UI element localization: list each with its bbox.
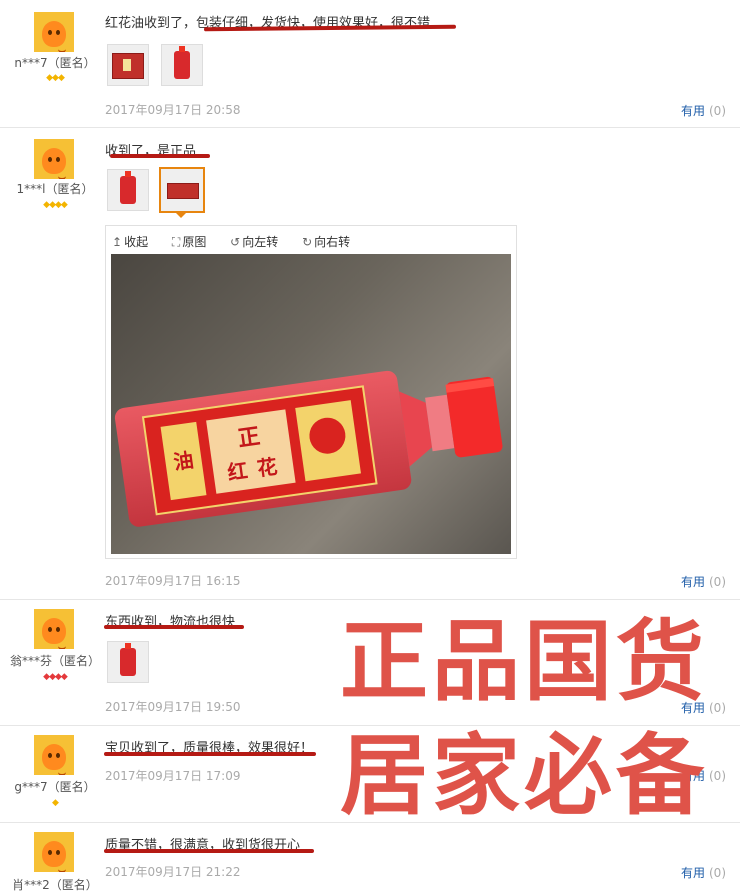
review-photo[interactable]: 正 红 花 油 (111, 254, 511, 554)
rank-diamond-icon: ◆ (52, 798, 59, 808)
useful-count: (0) (709, 104, 726, 118)
avatar[interactable] (34, 609, 74, 649)
review-thumbnail[interactable] (161, 44, 203, 86)
highlight-underline (104, 625, 244, 629)
useful-count: (0) (709, 866, 726, 880)
review-1: n***7（匿名） ◆◆◆ 红花油收到了，包装仔细，发货快，使用效果好，很不错 … (0, 0, 740, 128)
avatar[interactable] (34, 735, 74, 775)
review-thumbnail[interactable] (107, 169, 149, 211)
username: 肖***2（匿名） (12, 878, 98, 892)
review-thumbnail[interactable] (107, 44, 149, 86)
rank-diamond-icon: ◆◆◆◆ (43, 200, 68, 210)
username: g***7（匿名） (14, 780, 96, 794)
arrow-up-icon: ↥ (112, 235, 123, 249)
review-thumbnail[interactable] (107, 641, 149, 683)
original-button[interactable]: ⛶ 原图 (172, 235, 216, 249)
bottle-photo: 正 红 花 油 (114, 370, 503, 527)
highlight-underline (104, 849, 314, 853)
rotate-left-icon: ↺ (230, 235, 241, 249)
promo-overlay-line-1: 正品国货 (340, 610, 709, 713)
image-viewer: ↥ 收起 ⛶ 原图 ↺ 向左转 ↻ 向右转 正 红 花 油 (105, 225, 517, 559)
useful-label[interactable]: 有用 (681, 866, 705, 880)
review-date: 2017年09月17日 19:50 (105, 700, 241, 714)
useful-button[interactable]: 有用 (0) (681, 864, 726, 881)
rotate-right-icon: ↻ (302, 235, 313, 249)
collapse-button[interactable]: ↥ 收起 (112, 235, 158, 249)
highlight-underline (110, 154, 210, 158)
avatar[interactable] (34, 832, 74, 872)
promo-overlay-line-2: 居家必备 (340, 724, 709, 827)
rank-diamond-icon: ◆◆◆ (46, 73, 65, 83)
bottle-label-text: 花 (256, 454, 279, 481)
username: n***7（匿名） (14, 56, 96, 70)
bottle-label-text: 油 (172, 448, 195, 475)
useful-label[interactable]: 有用 (681, 104, 705, 118)
bottle-label-text: 红 (226, 458, 249, 485)
username: 1***l（匿名） (16, 182, 94, 196)
useful-count: (0) (709, 701, 726, 715)
review-date: 2017年09月17日 17:09 (105, 769, 241, 783)
selected-arrow-icon (175, 212, 187, 218)
useful-count: (0) (709, 769, 726, 783)
useful-button[interactable]: 有用 (0) (681, 573, 726, 590)
review-date: 2017年09月17日 21:22 (105, 865, 241, 879)
highlight-underline (104, 752, 316, 756)
review-5: 肖***2（匿名） 质量不错，很满意，收到货很开心 2017年09月17日 21… (0, 822, 740, 892)
useful-count: (0) (709, 575, 726, 589)
rotate-left-button[interactable]: ↺ 向左转 (230, 235, 288, 249)
rotate-right-button[interactable]: ↻ 向右转 (302, 235, 360, 249)
useful-button[interactable]: 有用 (0) (681, 102, 726, 119)
bottle-label-text: 正 (236, 424, 261, 452)
username: 翁***芬（匿名） (9, 654, 100, 668)
avatar[interactable] (34, 139, 74, 179)
avatar[interactable] (34, 12, 74, 52)
rank-heart-icon: ◆◆◆◆ (43, 672, 68, 682)
expand-icon: ⛶ (171, 235, 181, 249)
useful-label[interactable]: 有用 (681, 575, 705, 589)
review-date: 2017年09月17日 20:58 (105, 103, 241, 117)
viewer-toolbar: ↥ 收起 ⛶ 原图 ↺ 向左转 ↻ 向右转 (112, 233, 370, 250)
review-date: 2017年09月17日 16:15 (105, 574, 241, 588)
review-thumbnail-selected[interactable] (159, 167, 205, 213)
